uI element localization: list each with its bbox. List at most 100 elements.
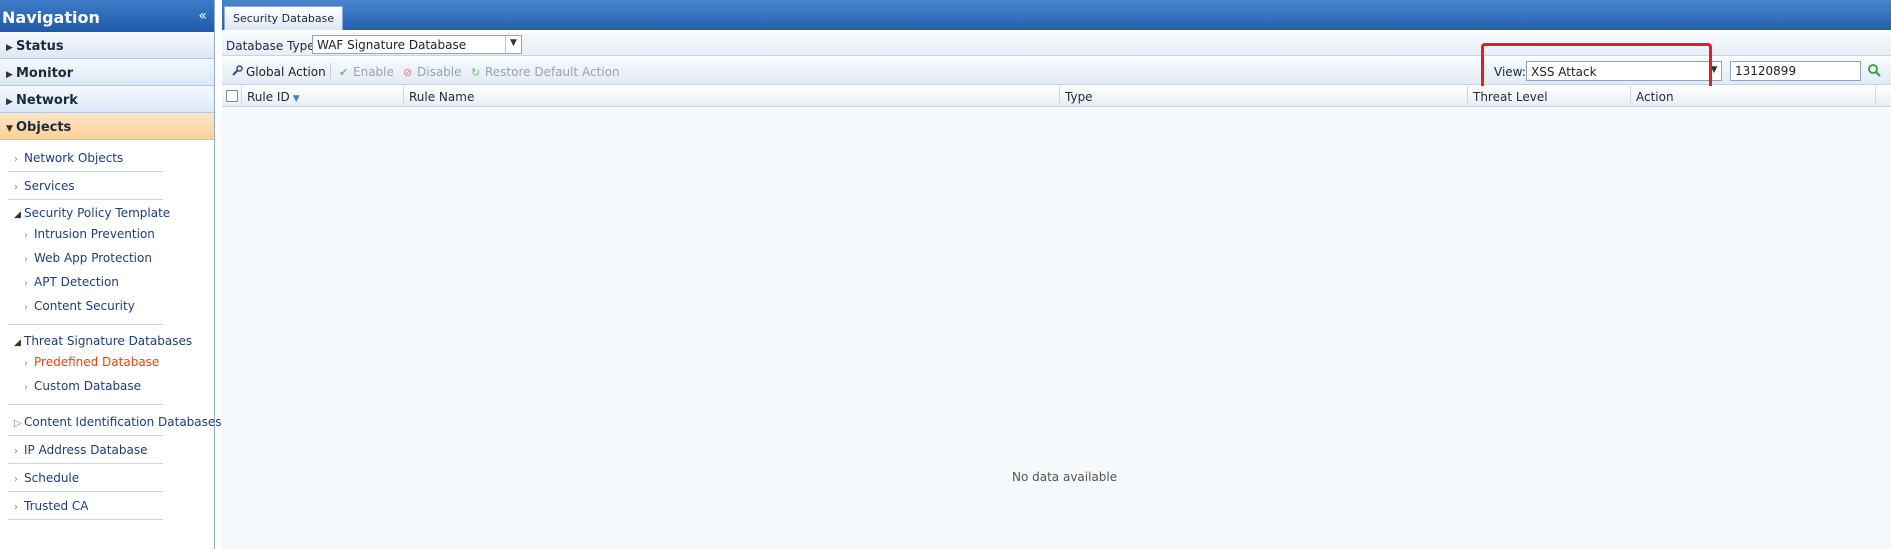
sidebar-item-content-identification-databases[interactable]: ▷ Content Identification Databases bbox=[14, 415, 222, 429]
chevron-right-icon: › bbox=[24, 382, 28, 393]
chevron-down-icon[interactable]: ▼ bbox=[505, 36, 521, 53]
chevron-right-icon: › bbox=[14, 446, 18, 457]
toolbar: Global Action ✔ Enable ⊘ Disable ↻ Restore … bbox=[222, 43, 1891, 91]
chevron-right-icon: › bbox=[14, 474, 18, 485]
sidebar-item-threat-signature-databases[interactable]: ◢ Threat Signature Databases bbox=[14, 334, 192, 348]
select-all-checkbox[interactable] bbox=[226, 90, 238, 102]
search-input[interactable] bbox=[1730, 61, 1861, 81]
sidebar-item-security-policy-template[interactable]: ◢ Security Policy Template bbox=[14, 206, 170, 220]
sidebar-item-label: Web App Protection bbox=[34, 251, 152, 265]
toolbar-divider bbox=[330, 63, 331, 79]
table-header: Rule ID ▼ Rule Name Type Threat Level Act… bbox=[222, 86, 1891, 107]
chevron-down-icon[interactable]: ▼ bbox=[1707, 62, 1721, 80]
caret-right-icon: ▶ bbox=[6, 70, 13, 80]
tab-strip: Security Database bbox=[222, 0, 1891, 30]
database-type-select[interactable]: WAF Signature Database ▼ bbox=[312, 35, 522, 54]
view-select[interactable]: XSS Attack ▼ bbox=[1526, 61, 1722, 81]
sidebar-item-label: Threat Signature Databases bbox=[24, 334, 193, 348]
chevron-right-icon: › bbox=[14, 502, 18, 513]
divider bbox=[8, 463, 163, 464]
sidebar-item-label: Custom Database bbox=[34, 379, 142, 393]
divider bbox=[8, 519, 163, 520]
column-header-action[interactable]: Action bbox=[1631, 86, 1876, 107]
sidebar-item-content-security[interactable]: › Content Security bbox=[24, 299, 135, 313]
sidebar-item-label: Content Security bbox=[34, 299, 135, 313]
select-all-cell bbox=[222, 86, 242, 107]
disable-label: Disable bbox=[417, 65, 462, 79]
chevron-right-icon: › bbox=[24, 230, 28, 241]
column-header-type[interactable]: Type bbox=[1060, 86, 1468, 107]
nav-section-status[interactable]: ▶ Status bbox=[0, 32, 214, 59]
enable-label: Enable bbox=[353, 65, 394, 79]
view-label: View: bbox=[1494, 65, 1526, 79]
navigation-title: Navigation bbox=[2, 8, 100, 27]
sidebar-item-custom-database[interactable]: › Custom Database bbox=[24, 379, 141, 393]
sidebar-item-web-app-protection[interactable]: › Web App Protection bbox=[24, 251, 152, 265]
forbidden-icon: ⊘ bbox=[403, 66, 413, 79]
chevron-right-icon: › bbox=[24, 358, 28, 369]
navigation-sidebar: Navigation « ▶ Status ▶ Monitor ▶ Network ▼… bbox=[0, 0, 222, 549]
sidebar-item-network-objects[interactable]: › Network Objects bbox=[14, 151, 123, 165]
sidebar-item-label: IP Address Database bbox=[24, 443, 148, 457]
global-action-button[interactable]: Global Action bbox=[232, 65, 326, 79]
chevron-right-icon: › bbox=[24, 278, 28, 289]
column-header-rule-name[interactable]: Rule Name bbox=[404, 86, 1060, 107]
nav-section-label: Objects bbox=[16, 120, 72, 135]
divider bbox=[8, 435, 163, 436]
enable-button[interactable]: ✔ Enable bbox=[339, 65, 394, 79]
empty-state-message: No data available bbox=[1012, 470, 1118, 484]
disable-button[interactable]: ⊘ Disable bbox=[403, 65, 462, 79]
chevron-right-icon: › bbox=[24, 302, 28, 313]
caret-right-icon: ▶ bbox=[6, 97, 13, 107]
sidebar-item-schedule[interactable]: › Schedule bbox=[14, 471, 79, 485]
global-action-label: Global Action bbox=[246, 65, 326, 79]
sidebar-item-label: Schedule bbox=[24, 471, 80, 485]
tab-security-database[interactable]: Security Database bbox=[224, 6, 344, 30]
sidebar-item-label: Content Identification Databases bbox=[24, 415, 222, 429]
sidebar-item-label: Trusted CA bbox=[24, 499, 89, 513]
sidebar-item-ip-address-database[interactable]: › IP Address Database bbox=[14, 443, 147, 457]
nav-section-objects[interactable]: ▼ Objects bbox=[0, 113, 214, 140]
database-type-row: Database Type: WAF Signature Database ▼ bbox=[222, 33, 1891, 56]
caret-open-icon: ◢ bbox=[14, 210, 21, 220]
column-label: Action bbox=[1636, 90, 1674, 104]
restore-default-label: Restore Default Action bbox=[485, 65, 620, 79]
sidebar-item-label: Predefined Database bbox=[34, 355, 160, 369]
nav-section-label: Monitor bbox=[16, 66, 74, 81]
sort-desc-icon[interactable]: ▼ bbox=[293, 94, 300, 104]
chevron-right-icon: › bbox=[14, 182, 18, 193]
database-type-value: WAF Signature Database bbox=[317, 38, 467, 52]
chevron-right-icon: › bbox=[24, 254, 28, 265]
column-header-rule-id[interactable]: Rule ID ▼ bbox=[242, 86, 404, 107]
sidebar-item-predefined-database[interactable]: › Predefined Database bbox=[24, 355, 159, 369]
divider bbox=[8, 199, 163, 200]
sidebar-item-services[interactable]: › Services bbox=[14, 179, 75, 193]
divider bbox=[8, 324, 163, 325]
caret-right-icon: ▶ bbox=[6, 43, 13, 53]
caret-open-icon: ◢ bbox=[14, 338, 21, 348]
column-label: Rule Name bbox=[409, 90, 475, 104]
table-body: No data available bbox=[222, 107, 1891, 549]
sidebar-item-label: Intrusion Prevention bbox=[34, 227, 155, 241]
sidebar-item-intrusion-prevention[interactable]: › Intrusion Prevention bbox=[24, 227, 155, 241]
database-type-label: Database Type: bbox=[226, 39, 319, 53]
view-value: XSS Attack bbox=[1531, 65, 1597, 79]
column-label: Rule ID bbox=[247, 90, 290, 104]
column-header-threat-level[interactable]: Threat Level bbox=[1468, 86, 1631, 107]
sidebar-item-trusted-ca[interactable]: › Trusted CA bbox=[14, 499, 88, 513]
caret-right-outline-icon: ▷ bbox=[14, 418, 22, 429]
main-panel: Security Database Database Type: WAF Sig… bbox=[222, 0, 1891, 549]
caret-down-icon: ▼ bbox=[6, 124, 13, 134]
nav-section-network[interactable]: ▶ Network bbox=[0, 86, 214, 113]
restore-icon: ↻ bbox=[471, 66, 481, 79]
search-icon[interactable] bbox=[1867, 63, 1883, 79]
sidebar-item-label: APT Detection bbox=[34, 275, 119, 289]
column-label: Threat Level bbox=[1473, 90, 1548, 104]
sidebar-item-label: Network Objects bbox=[24, 151, 124, 165]
nav-section-monitor[interactable]: ▶ Monitor bbox=[0, 59, 214, 86]
sidebar-item-apt-detection[interactable]: › APT Detection bbox=[24, 275, 119, 289]
collapse-icon[interactable]: « bbox=[198, 8, 207, 24]
sidebar-item-label: Services bbox=[24, 179, 75, 193]
divider bbox=[8, 404, 163, 405]
restore-default-action-button[interactable]: ↻ Restore Default Action bbox=[471, 65, 620, 79]
